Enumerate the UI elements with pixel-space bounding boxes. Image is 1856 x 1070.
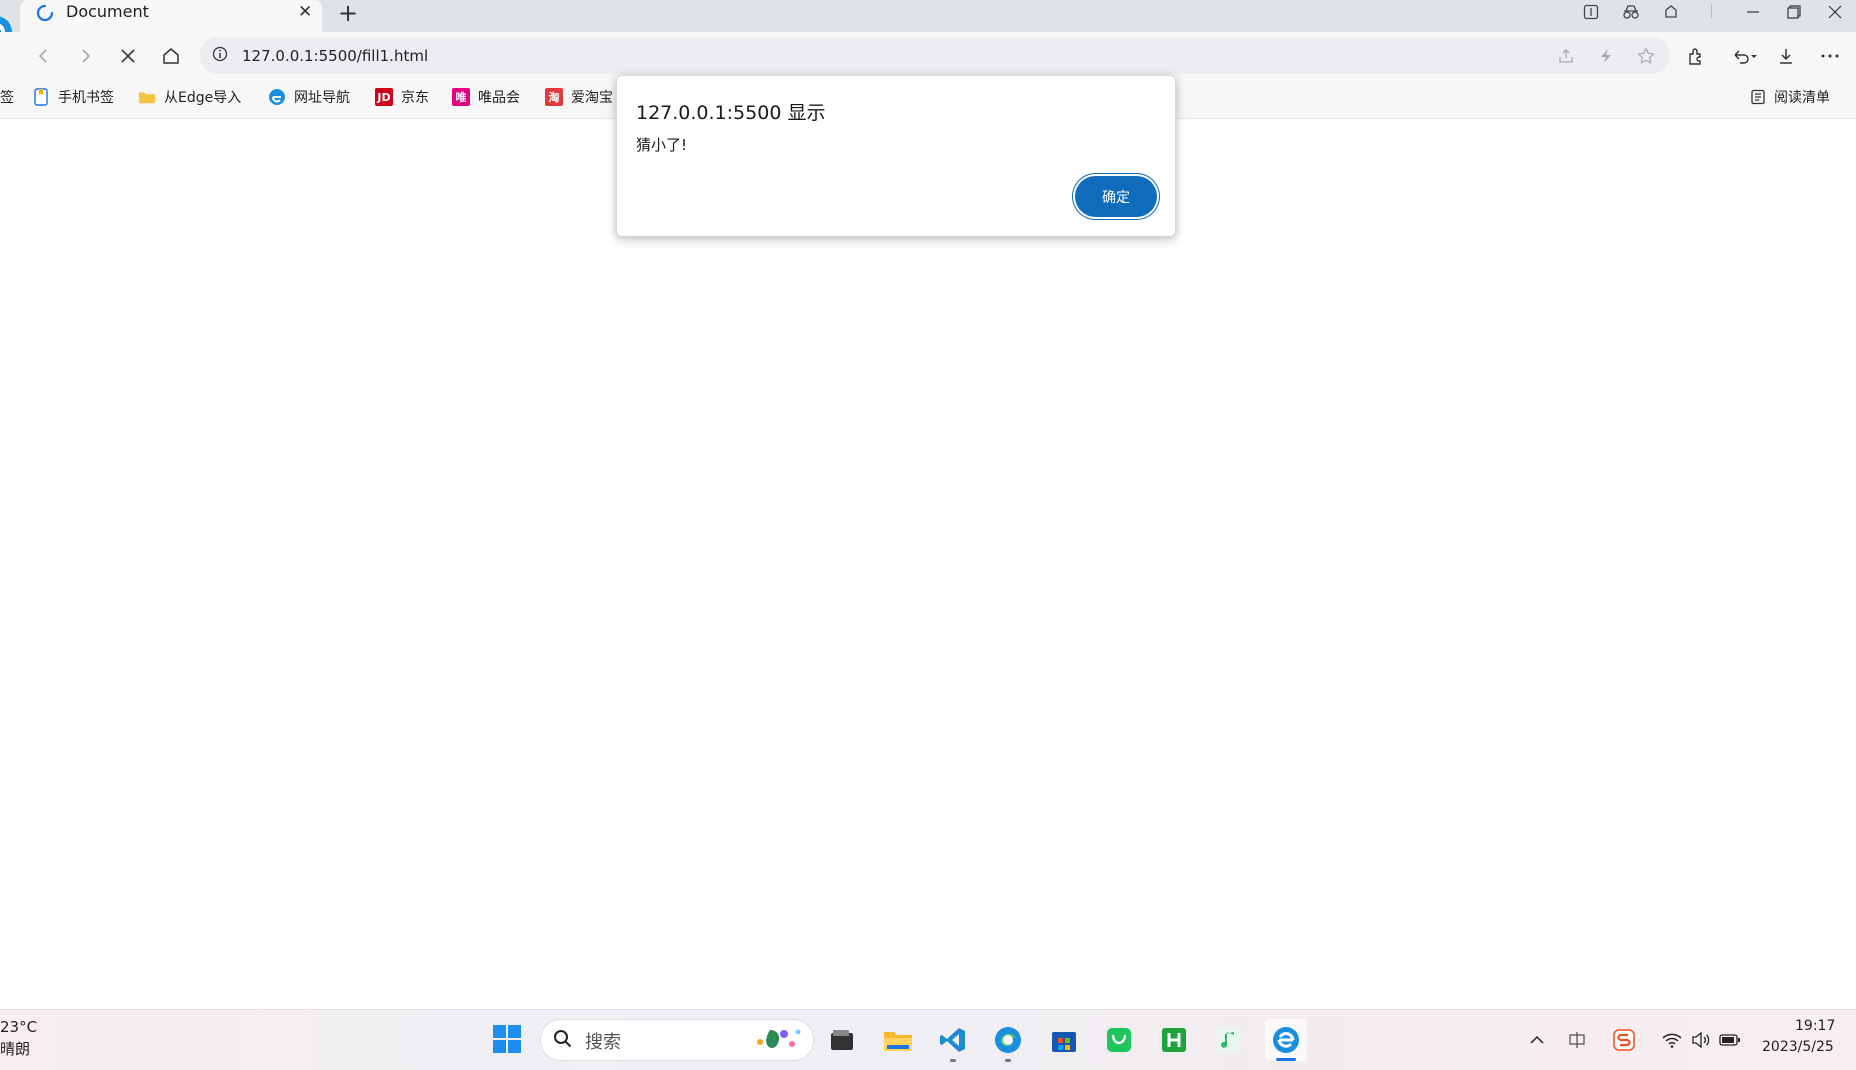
bookmark-label: 爱淘宝 (571, 90, 613, 106)
reading-list-label: 阅读清单 (1774, 90, 1830, 106)
bookmark-item[interactable]: 网址导航 (268, 86, 350, 108)
hbuilder-icon[interactable] (1156, 1022, 1192, 1058)
bookmark-item[interactable]: 淘 爱淘宝 (545, 86, 613, 108)
bookmark-item[interactable]: 手机书签 (32, 86, 114, 108)
download-icon[interactable] (1772, 42, 1800, 70)
browser-e-icon (268, 88, 286, 106)
music-icon[interactable] (1211, 1022, 1247, 1058)
tab-close-icon[interactable]: ✕ (298, 2, 312, 22)
home-icon[interactable] (157, 42, 185, 70)
bookmark-item[interactable]: 从Edge导入 (138, 86, 241, 108)
reading-list-icon (1751, 89, 1765, 105)
bookmark-item[interactable]: JD 京东 (375, 86, 429, 108)
wechat-icon[interactable] (1101, 1022, 1137, 1058)
share-icon[interactable] (1552, 42, 1580, 70)
input-method-icon[interactable] (1565, 1028, 1589, 1052)
extension-pin-icon[interactable] (1656, 1, 1686, 23)
start-menu-icon[interactable] (492, 1024, 522, 1054)
new-tab-button[interactable]: + (338, 0, 358, 27)
clock-date[interactable]: 2023/5/25 (1762, 1039, 1834, 1055)
speed-icon[interactable] (1592, 42, 1620, 70)
jd-icon: JD (375, 88, 393, 106)
tab-actions-icon[interactable] (1576, 1, 1606, 23)
tab-title: Document (66, 2, 149, 21)
battery-icon[interactable] (1718, 1028, 1742, 1052)
bookmark-label: 从Edge导入 (164, 90, 242, 106)
address-url[interactable]: 127.0.0.1:5500/fill1.html (242, 47, 428, 65)
folder-icon[interactable] (880, 1022, 916, 1058)
dialog-title: 127.0.0.1:5500 显示 (636, 102, 826, 124)
forward-icon[interactable] (71, 42, 99, 70)
loading-spinner-icon (36, 4, 54, 22)
clock-time[interactable]: 19:17 (1795, 1018, 1835, 1034)
show-hidden-icons-icon[interactable] (1525, 1028, 1549, 1052)
volume-icon[interactable] (1689, 1028, 1713, 1052)
bookmark-label: 手机书签 (58, 90, 114, 106)
window-divider (1711, 4, 1712, 18)
edge-icon[interactable] (990, 1022, 1026, 1058)
ok-button[interactable]: 确定 (1075, 176, 1157, 217)
favorite-star-icon[interactable] (1632, 42, 1660, 70)
browser-e-icon[interactable] (1265, 1019, 1307, 1061)
bookmark-label: 京东 (401, 90, 429, 106)
running-app-indicator (1005, 1059, 1011, 1062)
search-highlight-icon (757, 1029, 801, 1049)
search-placeholder: 搜索 (585, 1032, 621, 1053)
bookmark-label: 签 (0, 90, 14, 106)
undo-dropdown-icon[interactable] (1725, 42, 1765, 70)
minimize-icon[interactable] (1738, 1, 1768, 23)
wifi-icon[interactable] (1660, 1028, 1684, 1052)
running-app-indicator (950, 1059, 956, 1062)
active-app-indicator (1276, 1058, 1296, 1061)
phone-bookmark-icon (32, 88, 50, 106)
weather-description[interactable]: 晴朗 (0, 1038, 30, 1059)
sogou-input-icon[interactable] (1612, 1028, 1636, 1052)
close-window-icon[interactable] (1820, 1, 1850, 23)
file-manager-icon[interactable] (824, 1022, 860, 1058)
restore-icon[interactable] (1779, 1, 1809, 23)
taobao-icon: 淘 (545, 88, 563, 106)
bookmark-label: 唯品会 (478, 90, 520, 106)
inprivate-icon[interactable] (1616, 1, 1646, 23)
bookmark-item[interactable]: 唯 唯品会 (452, 86, 520, 108)
dialog-message: 猜小了! (636, 136, 688, 154)
folder-icon (138, 88, 156, 106)
reading-list-button[interactable]: 阅读清单 (1750, 86, 1830, 108)
site-info-icon[interactable] (212, 46, 228, 62)
bookmark-item[interactable]: 签 (0, 86, 14, 108)
vip-icon: 唯 (452, 88, 470, 106)
extensions-icon[interactable] (1682, 42, 1710, 70)
store-icon[interactable] (1046, 1022, 1082, 1058)
vscode-icon[interactable] (935, 1022, 971, 1058)
back-icon[interactable] (30, 42, 58, 70)
weather-temperature[interactable]: 23°C (0, 1018, 37, 1036)
bookmark-label: 网址导航 (294, 90, 350, 106)
search-icon (554, 1030, 572, 1048)
more-menu-icon[interactable] (1816, 42, 1844, 70)
stop-loading-icon[interactable] (114, 42, 142, 70)
